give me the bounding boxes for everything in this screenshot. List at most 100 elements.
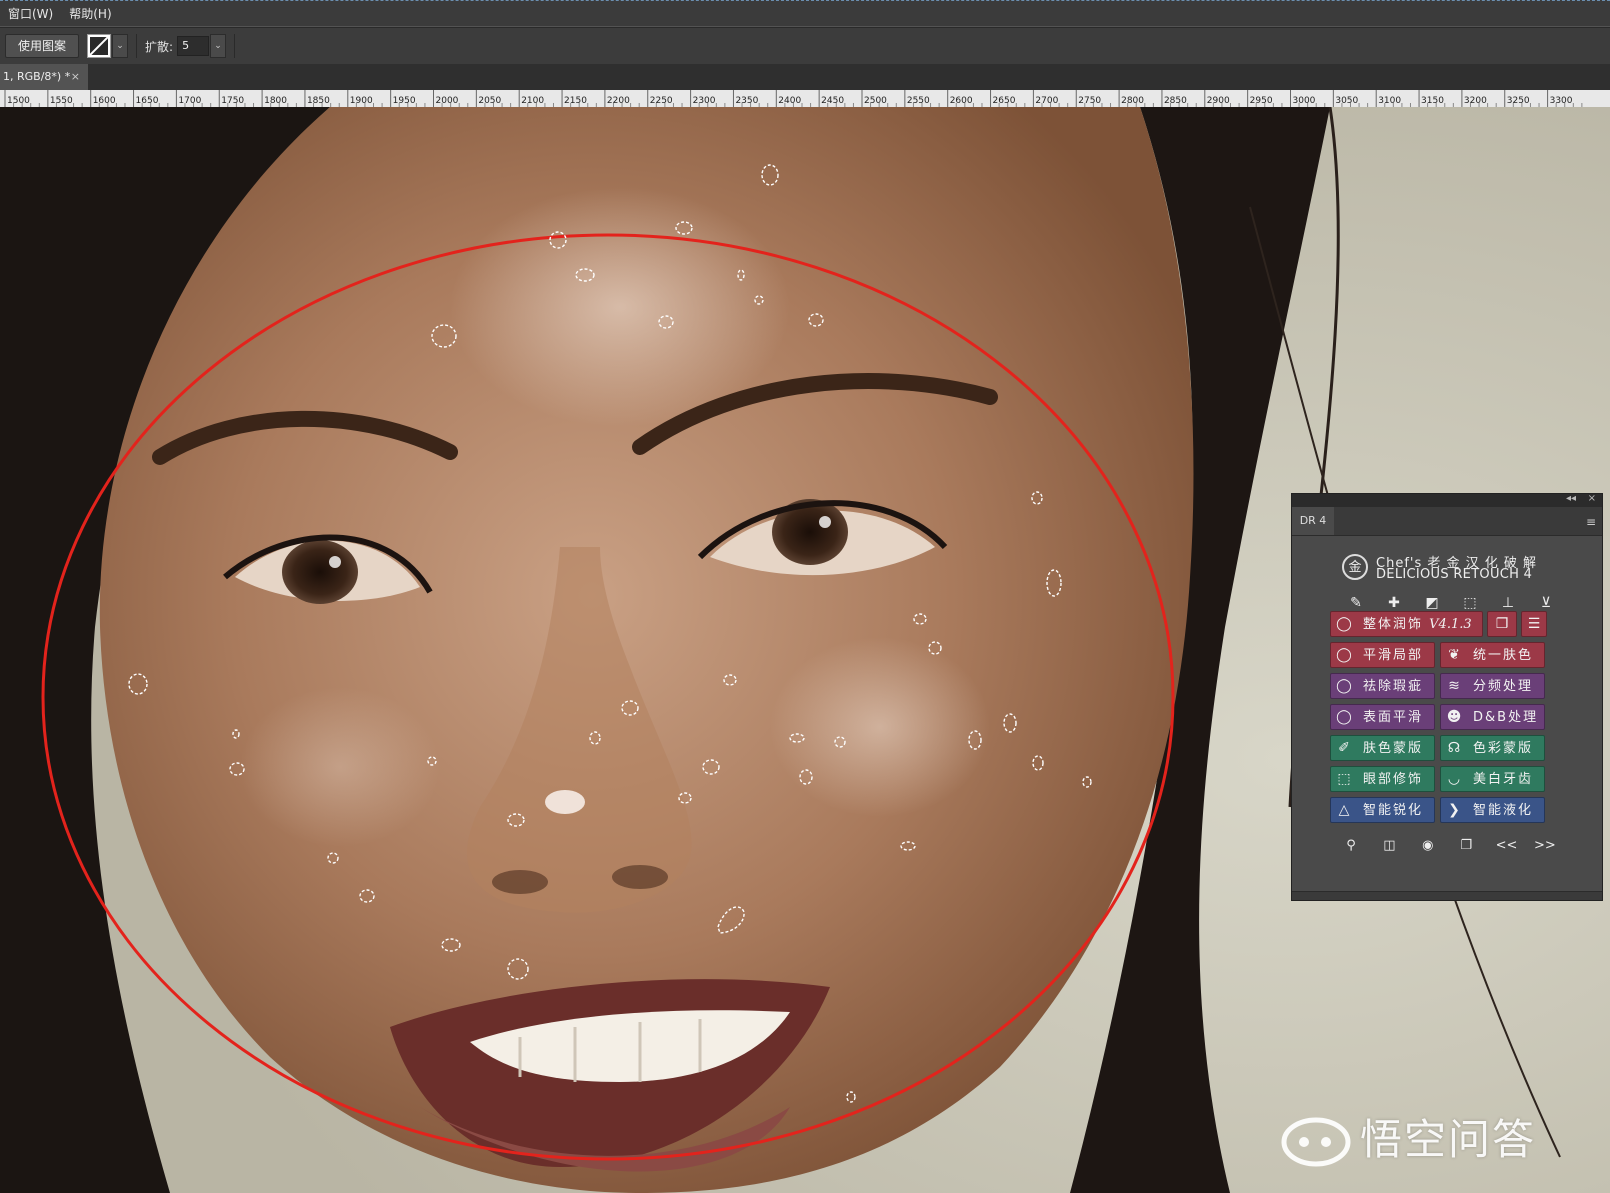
ruler-tick-label: 1800: [264, 96, 287, 106]
menu-help[interactable]: 帮助(H): [61, 5, 119, 22]
button-row-1: ◯ 平滑局部 ❦ 统一肤色: [1330, 642, 1570, 670]
ruler-tick-label: 2950: [1250, 96, 1273, 106]
pattern-swatch[interactable]: [87, 34, 112, 58]
watermark: 悟空问答: [1280, 1102, 1600, 1172]
ruler-tick-label: 1600: [93, 96, 116, 106]
layers-button[interactable]: ❐: [1487, 611, 1517, 637]
ruler-tick-label: 1550: [50, 96, 73, 106]
collapse-icon[interactable]: ◂◂: [1566, 493, 1576, 504]
ruler-tick-label: 3150: [1421, 96, 1444, 106]
feather-icon: ❦: [1448, 647, 1460, 663]
zoom-icon[interactable]: ⚲: [1342, 837, 1360, 855]
panel-menu-icon[interactable]: ≡: [1586, 515, 1596, 529]
spread-dropdown[interactable]: ⌄: [210, 34, 227, 58]
ruler-tick-label: 2100: [521, 96, 544, 106]
eye-retouch-button[interactable]: ⬚ 眼部修饰: [1330, 766, 1435, 792]
panel-tab-row: DR 4 ≡: [1292, 507, 1602, 536]
stamp-icon[interactable]: ⊥: [1499, 594, 1517, 612]
tool-icon-row: ✎ ✚ ◩ ⬚ ⊥ ⊻: [1347, 594, 1555, 612]
divider: [234, 34, 236, 58]
pattern-preview-icon: [90, 37, 109, 55]
frequency-separation-label: 分频处理: [1473, 679, 1534, 694]
ruler-tick-label: 1700: [178, 96, 201, 106]
smooth-local-button[interactable]: ◯ 平滑局部: [1330, 642, 1435, 668]
frequency-separation-button[interactable]: ≋ 分频处理: [1440, 673, 1545, 699]
ruler-tick-label: 3200: [1464, 96, 1487, 106]
skin-mask-button[interactable]: ✐ 肤色蒙版: [1330, 735, 1435, 761]
smart-liquify-label: 智能液化: [1473, 803, 1534, 818]
eyedropper-icon: ✐: [1338, 740, 1350, 756]
panel-footer: [1292, 891, 1602, 900]
close-icon[interactable]: ×: [71, 64, 80, 90]
ruler-tick-label: 2450: [821, 96, 844, 106]
horizontal-ruler[interactable]: 1500 1550 1600 1650 1700 1750 1800 1850 1900 1950…: [0, 90, 1610, 107]
divider: [136, 34, 138, 58]
unify-skin-button[interactable]: ❦ 统一肤色: [1440, 642, 1545, 668]
ruler-tick-label: 2750: [1078, 96, 1101, 106]
color-mask-button[interactable]: ☊ 色彩蒙版: [1440, 735, 1545, 761]
eye-retouch-label: 眼部修饰: [1363, 772, 1424, 787]
spread-input[interactable]: 5: [177, 36, 210, 56]
panel-tab-dr4[interactable]: DR 4: [1292, 507, 1334, 535]
ruler-tick-label: 1850: [307, 96, 330, 106]
pattern-dropdown[interactable]: ⌄: [112, 34, 129, 58]
dodge-burn-button[interactable]: ☻ D&B处理: [1440, 704, 1545, 730]
lips-icon: ◡: [1447, 771, 1461, 787]
whiten-teeth-button[interactable]: ◡ 美白牙齿: [1440, 766, 1545, 792]
ruler-tick-label: 2500: [864, 96, 887, 106]
menu-window[interactable]: 窗口(W): [0, 5, 61, 22]
ruler-tick-label: 2900: [1207, 96, 1230, 106]
smooth-local-label: 平滑局部: [1363, 648, 1424, 663]
clone-stamp-icon[interactable]: ⊻: [1537, 594, 1555, 612]
use-pattern-button[interactable]: 使用图案: [5, 34, 80, 58]
smart-sharpen-button[interactable]: △ 智能锐化: [1330, 797, 1435, 823]
bottom-icon-row: ⚲ ◫ ◉ ❐ << >>: [1342, 837, 1556, 855]
ruler-tick-label: 2800: [1121, 96, 1144, 106]
brush-mask-icon[interactable]: ✎: [1347, 594, 1365, 612]
ruler-tick-label: 2300: [693, 96, 716, 106]
brand-logo-icon: 金: [1342, 554, 1368, 580]
button-row-0: ◯ 整体润饰 V4.1.3 ❐ ☰: [1330, 611, 1570, 639]
button-row-6: △ 智能锐化 ❯ 智能液化: [1330, 797, 1570, 825]
marquee-icon: ⬚: [1337, 771, 1351, 787]
ruler-tick-label: 2000: [436, 96, 459, 106]
document-tab[interactable]: 1, RGB/8*) * ×: [0, 64, 88, 90]
ruler-tick-label: 2200: [607, 96, 630, 106]
color-mask-label: 色彩蒙版: [1473, 741, 1534, 756]
ruler-tick-label: 3000: [1293, 96, 1316, 106]
ruler-tick-label: 2700: [1035, 96, 1058, 106]
unify-skin-label: 统一肤色: [1473, 648, 1534, 663]
overall-retouch-label: 整体润饰: [1363, 617, 1424, 632]
ruler-tick-label: 2550: [907, 96, 930, 106]
dodge-burn-label: D&B处理: [1473, 710, 1539, 725]
duplicate-icon[interactable]: ❐: [1457, 837, 1475, 855]
skin-mask-label: 肤色蒙版: [1363, 741, 1424, 756]
view-icon[interactable]: ◉: [1419, 837, 1437, 855]
next-page-button[interactable]: >>: [1534, 837, 1556, 855]
heal-icon[interactable]: ✚: [1385, 594, 1403, 612]
mask-icon: ☊: [1447, 740, 1461, 756]
wukong-logo-icon: [1281, 1117, 1351, 1167]
prev-page-button[interactable]: <<: [1496, 837, 1518, 855]
dr4-panel: ◂◂ × DR 4 ≡ 金 Chef's 老 金 汉 化 破 解 DELICIO…: [1291, 493, 1603, 901]
button-row-5: ⬚ 眼部修饰 ◡ 美白牙齿: [1330, 766, 1570, 794]
lasso-icon: ◯: [1336, 647, 1352, 663]
close-icon[interactable]: ×: [1588, 493, 1596, 504]
smart-liquify-button[interactable]: ❯ 智能液化: [1440, 797, 1545, 823]
ruler-tick-label: 2050: [478, 96, 501, 106]
ruler-tick-label: 1500: [7, 96, 30, 106]
surface-smooth-button[interactable]: ◯ 表面平滑: [1330, 704, 1435, 730]
button-row-2: ◯ 祛除瑕疵 ≋ 分频处理: [1330, 673, 1570, 701]
remove-blemish-button[interactable]: ◯ 祛除瑕疵: [1330, 673, 1435, 699]
compare-icon[interactable]: ◫: [1380, 837, 1398, 855]
layers-icon: ❐: [1495, 616, 1509, 632]
bandage-icon[interactable]: ◩: [1423, 594, 1441, 612]
smart-sharpen-label: 智能锐化: [1363, 803, 1424, 818]
brand-header: 金 Chef's 老 金 汉 化 破 解 DELICIOUS RETOUCH 4: [1342, 552, 1562, 588]
ruler-tick-label: 1950: [393, 96, 416, 106]
sliders-icon: ☰: [1527, 616, 1541, 632]
overall-retouch-button[interactable]: ◯ 整体润饰 V4.1.3: [1330, 611, 1483, 637]
settings-button[interactable]: ☰: [1521, 611, 1547, 637]
sharpen-icon: △: [1338, 802, 1350, 818]
select-icon[interactable]: ⬚: [1461, 594, 1479, 612]
